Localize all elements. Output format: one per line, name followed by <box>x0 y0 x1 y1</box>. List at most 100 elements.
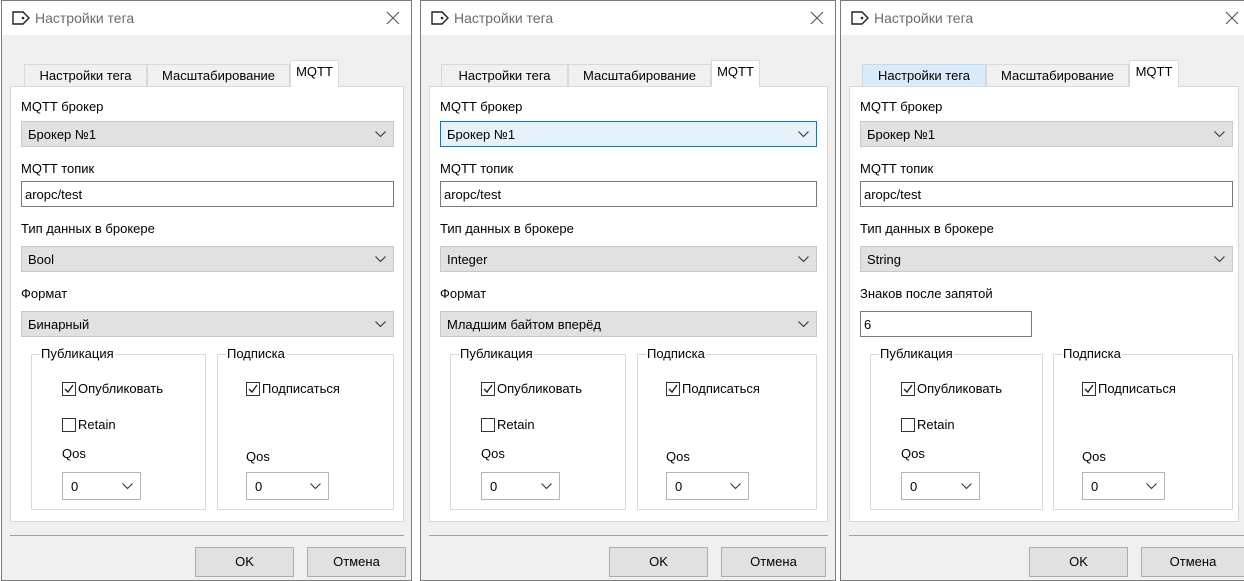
retain-label: Retain <box>917 417 955 432</box>
data-type-select-value: String <box>867 252 901 267</box>
tab-mqtt[interactable]: MQTT <box>290 60 339 87</box>
mqtt-tab-panel: MQTT брокер Брокер №1 MQTT топик aropc/t… <box>429 86 828 522</box>
sub-qos-value: 0 <box>675 479 683 494</box>
publication-title: Публикация <box>879 346 954 361</box>
pub-qos-value: 0 <box>71 479 79 494</box>
checkmark-icon <box>668 384 678 394</box>
pub-qos-label: Qos <box>901 446 925 461</box>
chevron-down-icon <box>1214 131 1225 138</box>
cancel-button[interactable]: Отмена <box>1141 547 1244 577</box>
data-type-select[interactable]: Integer <box>440 246 817 272</box>
chevron-down-icon <box>798 131 809 138</box>
chevron-down-icon <box>375 321 386 328</box>
sub-qos-label: Qos <box>246 449 270 464</box>
data-type-label: Тип данных в брокере <box>860 221 994 236</box>
cancel-button[interactable]: Отмена <box>307 547 406 577</box>
sub-qos-select[interactable]: 0 <box>1082 472 1165 500</box>
tag-settings-dialog-2: Настройки тега Настройки тега Масштабиро… <box>420 0 836 581</box>
retain-checkbox[interactable] <box>62 418 76 432</box>
subscribe-checkbox[interactable] <box>666 382 680 396</box>
tab-tag-settings[interactable]: Настройки тега <box>441 64 568 87</box>
publish-checkbox[interactable] <box>901 382 915 396</box>
sub-qos-select[interactable]: 0 <box>666 472 749 500</box>
tag-settings-dialog-1: Настройки тега Настройки тега Масштабиро… <box>1 0 412 581</box>
broker-select[interactable]: Брокер №1 <box>440 121 817 147</box>
format-select[interactable]: Бинарный <box>21 311 394 337</box>
checkmark-icon <box>248 384 258 394</box>
pub-qos-select[interactable]: 0 <box>481 472 560 500</box>
close-icon[interactable] <box>1220 7 1244 29</box>
data-type-select[interactable]: Bool <box>21 246 394 272</box>
publication-group: Публикация Опубликовать Retain Qos 0 <box>870 346 1043 510</box>
topic-label: MQTT топик <box>860 161 934 176</box>
subscribe-checkbox[interactable] <box>246 382 260 396</box>
subscribe-label: Подписаться <box>1098 381 1176 396</box>
tab-mqtt[interactable]: MQTT <box>711 60 760 87</box>
topic-input-value: aropc/test <box>864 187 922 202</box>
publication-group: Публикация Опубликовать Retain Qos 0 <box>31 346 206 510</box>
retain-checkbox[interactable] <box>481 418 495 432</box>
chevron-down-icon <box>122 483 133 490</box>
ok-button[interactable]: OK <box>195 547 294 577</box>
decimals-input[interactable]: 6 <box>860 311 1032 337</box>
title-bar: Настройки тега <box>2 1 411 35</box>
close-icon[interactable] <box>381 7 405 29</box>
retain-label: Retain <box>497 417 535 432</box>
title-bar: Настройки тега <box>841 1 1244 35</box>
tag-icon <box>851 11 869 25</box>
chevron-down-icon <box>798 321 809 328</box>
publish-checkbox[interactable] <box>481 382 495 396</box>
publish-checkbox[interactable] <box>62 382 76 396</box>
sub-qos-label: Qos <box>666 449 690 464</box>
ok-button[interactable]: OK <box>609 547 708 577</box>
topic-input-value: aropc/test <box>25 187 83 202</box>
tab-scaling[interactable]: Масштабирование <box>568 64 711 87</box>
pub-qos-select[interactable]: 0 <box>901 472 980 500</box>
data-type-select[interactable]: String <box>860 246 1233 272</box>
ok-button[interactable]: OK <box>1029 547 1128 577</box>
cancel-button[interactable]: Отмена <box>721 547 826 577</box>
tab-tag-settings[interactable]: Настройки тега <box>862 64 986 87</box>
pub-qos-select[interactable]: 0 <box>62 472 141 500</box>
checkmark-icon <box>483 384 493 394</box>
broker-select-value: Брокер №1 <box>447 127 516 142</box>
format-label: Формат <box>21 286 68 301</box>
subscribe-label: Подписаться <box>262 381 340 396</box>
chevron-down-icon <box>541 483 552 490</box>
chevron-down-icon <box>961 483 972 490</box>
data-type-select-value: Integer <box>447 252 488 267</box>
decimals-input-value: 6 <box>864 317 872 332</box>
mqtt-tab-panel: MQTT брокер Брокер №1 MQTT топик aropc/t… <box>10 86 404 522</box>
subscribe-checkbox[interactable] <box>1082 382 1096 396</box>
broker-select[interactable]: Брокер №1 <box>21 121 394 147</box>
chevron-down-icon <box>1146 483 1157 490</box>
format-select-value: Младшим байтом вперёд <box>447 317 601 332</box>
format-label: Формат <box>440 286 487 301</box>
tag-settings-dialog-3: Настройки тега Настройки тега Масштабиро… <box>840 0 1244 581</box>
retain-checkbox[interactable] <box>901 418 915 432</box>
subscription-title: Подписка <box>226 346 286 361</box>
button-separator <box>429 535 828 536</box>
tab-scaling[interactable]: Масштабирование <box>147 64 290 87</box>
subscribe-label: Подписаться <box>682 381 760 396</box>
format-select[interactable]: Младшим байтом вперёд <box>440 311 817 337</box>
publish-label: Опубликовать <box>917 381 1003 396</box>
pub-qos-label: Qos <box>62 446 86 461</box>
topic-input[interactable]: aropc/test <box>440 181 817 207</box>
publication-group: Публикация Опубликовать Retain Qos 0 <box>450 346 626 510</box>
window-title: Настройки тега <box>454 10 554 26</box>
close-icon[interactable] <box>805 7 829 29</box>
mqtt-tab-panel: MQTT брокер Брокер №1 MQTT топик aropc/t… <box>849 86 1239 522</box>
topic-input[interactable]: aropc/test <box>860 181 1233 207</box>
tab-mqtt[interactable]: MQTT <box>1129 60 1179 87</box>
tab-scaling[interactable]: Масштабирование <box>986 64 1129 87</box>
chevron-down-icon <box>375 256 386 263</box>
broker-select[interactable]: Брокер №1 <box>860 121 1233 147</box>
topic-input[interactable]: aropc/test <box>21 181 394 207</box>
broker-label: MQTT брокер <box>440 99 523 114</box>
tag-icon <box>12 11 30 25</box>
sub-qos-value: 0 <box>1091 479 1099 494</box>
tab-tag-settings[interactable]: Настройки тега <box>24 64 147 87</box>
subscription-group: Подписка Подписаться Qos 0 <box>217 346 394 510</box>
sub-qos-select[interactable]: 0 <box>246 472 329 500</box>
